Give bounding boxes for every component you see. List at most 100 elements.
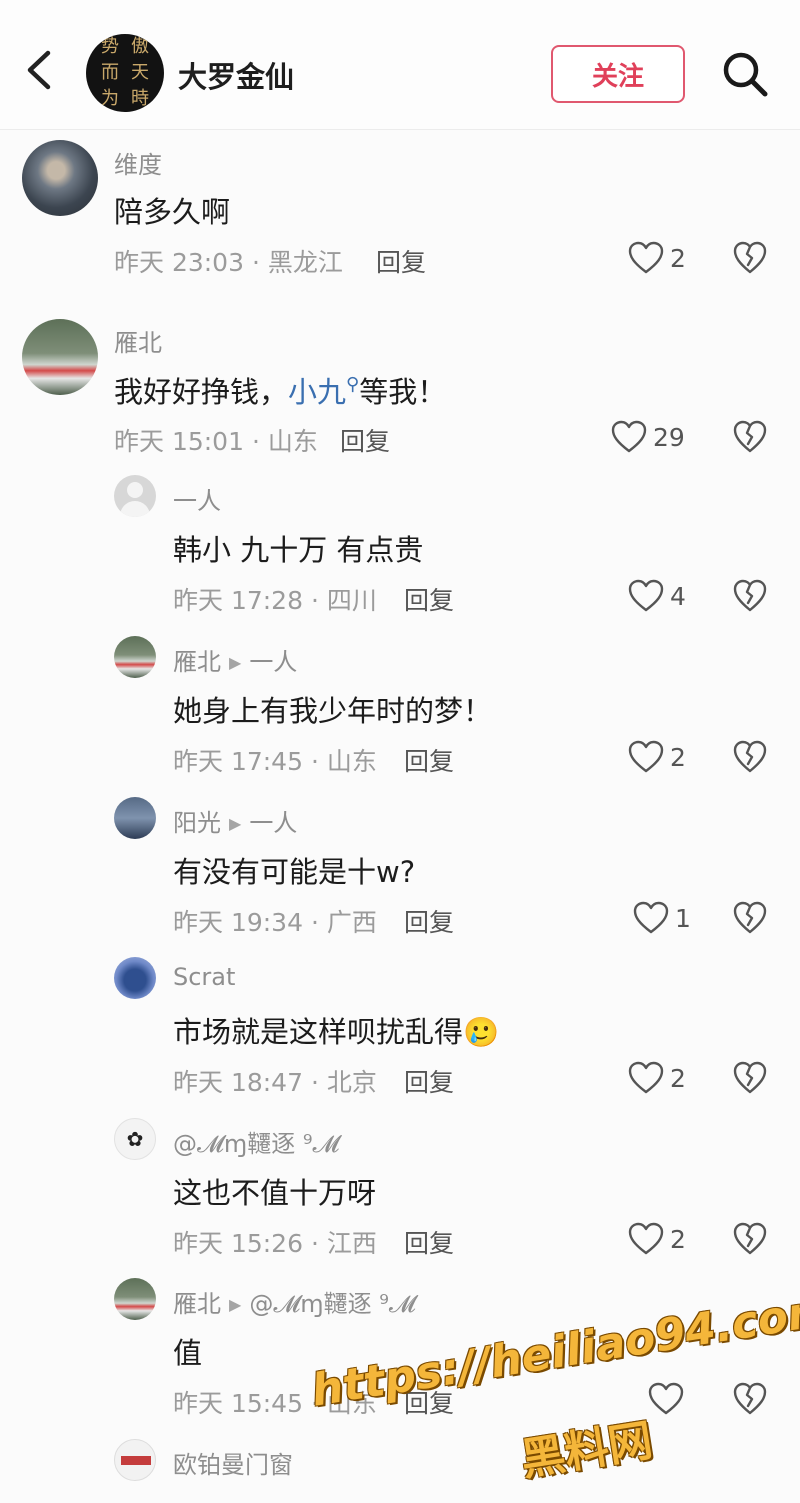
like-count: 2 [670,742,686,772]
heart-icon [648,1382,684,1415]
reply-button[interactable]: 回复 [404,1224,454,1260]
reply-button[interactable]: 回复 [340,422,390,458]
comment-meta: 昨天 15:45 · 山东 [173,1389,377,1418]
avatar-char: 天 [131,62,149,83]
like-button[interactable]: 2 [628,238,686,278]
avatar[interactable] [114,1439,156,1481]
search-mention-icon: ⚲ [346,374,360,395]
heart-icon [628,1222,664,1255]
heart-icon [611,420,647,453]
broken-heart-icon[interactable] [733,740,767,774]
broken-heart-icon[interactable] [733,1382,767,1416]
reply-target[interactable]: @𝓜ɱ韆逐 ⁹𝓜 [249,1290,415,1318]
reply-target[interactable]: 一人 [249,648,297,676]
comment-text: 韩小 九十万 有点贵 [173,533,424,567]
avatar[interactable] [22,319,98,395]
comment-username[interactable]: @𝓜ɱ韆逐 ⁹𝓜 [173,1124,339,1159]
heart-icon [628,740,664,773]
comment-text: 值 [173,1336,203,1370]
reply-button[interactable]: 回复 [376,243,426,279]
avatar[interactable] [114,475,156,517]
broken-heart-icon[interactable] [733,579,767,613]
reply-arrow-icon: ▶ [229,1295,242,1314]
like-button[interactable] [648,1379,690,1419]
search-button[interactable] [720,48,770,100]
comment-text: 有没有可能是十w? [173,855,416,889]
avatar[interactable] [114,1278,156,1320]
like-count: 4 [670,581,686,611]
avatar-char: 为 [101,88,119,109]
reply-button[interactable]: 回复 [404,1063,454,1099]
like-button[interactable]: 2 [628,737,686,777]
comment-username[interactable]: Scrat [173,963,235,991]
comment-text-part: 等我！ [359,375,447,409]
comment-meta: 昨天 15:26 · 江西 [173,1229,377,1258]
comment-username[interactable]: 维度 [114,145,162,180]
account-name[interactable]: 大罗金仙 [178,54,294,96]
avatar[interactable] [22,140,98,216]
heart-icon [628,579,664,612]
avatar[interactable] [114,957,156,999]
like-count: 2 [670,1063,686,1093]
reply-author[interactable]: 雁北 [173,648,221,676]
avatar[interactable] [114,636,156,678]
avatar-char: 傲 [131,36,149,57]
comment-text: 她身上有我少年时的梦！ [173,694,493,728]
reply-button[interactable]: 回复 [404,903,454,939]
comment-username[interactable]: 一人 [173,481,221,516]
reply-button[interactable]: 回复 [404,1384,454,1420]
comment-username: 阳光 ▶ 一人 [173,803,297,838]
like-button[interactable]: 1 [633,898,691,938]
like-button[interactable]: 2 [628,1219,686,1259]
comment-username: 雁北 ▶ @𝓜ɱ韆逐 ⁹𝓜 [173,1284,416,1319]
avatar-char: 時 [131,88,149,109]
reply-arrow-icon: ▶ [229,814,242,833]
avatar-char: 而 [101,62,119,83]
watermark-name: 黑料网 [517,1414,656,1486]
broken-heart-icon[interactable] [733,1222,767,1256]
reply-button[interactable]: 回复 [404,742,454,778]
back-button[interactable] [20,45,70,101]
reply-author[interactable]: 雁北 [173,1290,221,1318]
like-count: 2 [670,243,686,273]
broken-heart-icon[interactable] [733,420,767,454]
broken-heart-icon[interactable] [733,1061,767,1095]
comment-text: 我好好挣钱，小九⚲等我！ [114,369,446,411]
comment-username[interactable]: 欧铂曼门窗 [173,1445,293,1480]
avatar-char: 势 [101,36,119,57]
reply-button[interactable]: 回复 [404,581,454,617]
comment-text-part: 我好好挣钱， [114,375,289,409]
broken-heart-icon[interactable] [733,901,767,935]
avatar[interactable] [114,797,156,839]
avatar-glyph: ✿ [126,1127,144,1151]
avatar[interactable]: ✿ [114,1118,156,1160]
mention-link[interactable]: 小九 [288,375,346,409]
broken-heart-icon[interactable] [733,241,767,275]
comment-meta: 昨天 17:45 · 山东 [173,747,377,776]
comment-text: 这也不值十万呀 [173,1176,377,1210]
comment-meta: 昨天 15:01 · 山东 [114,427,318,456]
back-arrow-icon [27,50,51,90]
comment-meta: 昨天 17:28 · 四川 [173,586,377,615]
account-avatar[interactable]: 势 傲 而 天 为 時 [86,34,164,112]
reply-author[interactable]: 阳光 [173,809,221,837]
follow-button[interactable]: 关注 [551,45,685,103]
reply-target[interactable]: 一人 [249,809,297,837]
reply-arrow-icon: ▶ [229,653,242,672]
like-button[interactable]: 2 [628,1058,686,1098]
comment-username[interactable]: 雁北 [114,323,162,358]
comment-meta: 昨天 23:03 · 黑龙江 [114,248,343,277]
heart-icon [628,241,664,274]
like-count: 2 [670,1224,686,1254]
like-button[interactable]: 29 [611,417,685,457]
comment-text: 陪多久啊 [114,195,231,229]
comment-username: 雁北 ▶ 一人 [173,642,297,677]
heart-icon [633,901,669,934]
heart-icon [628,1061,664,1094]
comment-meta: 昨天 18:47 · 北京 [173,1068,377,1097]
like-button[interactable]: 4 [628,576,686,616]
emoji: 🥲 [463,1015,500,1049]
top-bar: 势 傲 而 天 为 時 大罗金仙 关注 [0,0,800,130]
search-icon [723,52,768,97]
like-count: 29 [653,422,685,452]
